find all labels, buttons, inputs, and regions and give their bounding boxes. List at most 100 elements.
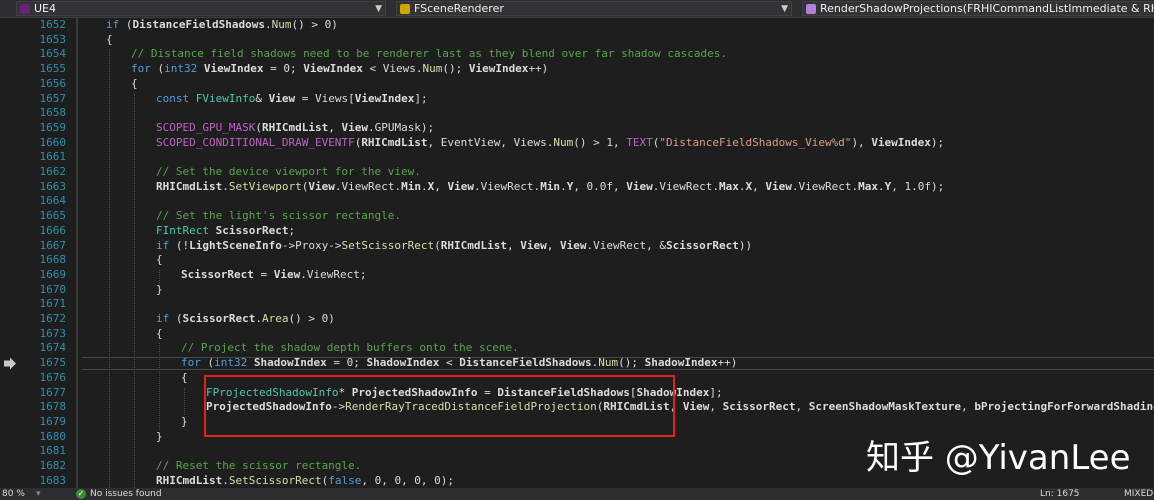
project-name: UE4 — [34, 2, 56, 15]
code-line[interactable]: { — [156, 327, 163, 342]
code-line[interactable]: const FViewInfo& View = Views[ViewIndex]… — [156, 92, 428, 107]
code-token: . — [264, 18, 272, 31]
code-line[interactable]: // Project the shadow depth buffers onto… — [181, 341, 519, 356]
highlight-annotation-box — [204, 375, 675, 437]
issues-status[interactable]: No issues found — [90, 488, 162, 500]
line-number: 1674 — [39, 341, 67, 355]
code-token: = Views[ — [295, 91, 355, 105]
code-line[interactable]: FIntRect ScissorRect; — [156, 224, 295, 239]
indent-guide — [134, 93, 135, 488]
code-token: ( — [434, 238, 441, 252]
code-line[interactable]: // Set the device viewport for the view. — [156, 165, 421, 180]
code-line[interactable]: if (DistanceFieldShadows.Num() > 0) — [106, 18, 338, 33]
code-line[interactable]: } — [181, 415, 188, 430]
code-token: { — [181, 370, 188, 384]
code-token: ScissorRect — [215, 223, 289, 237]
line-number: 1656 — [39, 76, 67, 90]
code-token: , 0.0f, — [573, 179, 627, 193]
code-token: RHICmdList — [361, 135, 428, 149]
code-line[interactable]: if (ScissorRect.Area() > 0) — [156, 312, 335, 327]
code-token: ; — [288, 223, 296, 237]
line-number: 1672 — [39, 312, 67, 325]
line-number: 1681 — [39, 444, 67, 458]
code-token: DistanceFieldShadows — [459, 356, 592, 370]
code-token: for — [131, 62, 151, 76]
code-token: ( — [255, 120, 262, 134]
cpp-project-icon — [20, 3, 30, 14]
code-token: .ViewRect. — [791, 179, 859, 193]
code-token: ScissorRect — [722, 400, 796, 414]
indent-guide — [159, 269, 160, 283]
code-token: = — [253, 267, 274, 281]
code-line[interactable]: { — [106, 33, 113, 48]
indicator-margin[interactable] — [0, 18, 24, 488]
line-number: 1675 — [39, 356, 67, 370]
method-icon — [806, 3, 816, 14]
outlining-margin[interactable] — [72, 18, 82, 488]
code-line[interactable]: } — [156, 430, 163, 445]
code-token: } — [156, 282, 163, 296]
navigation-bar: UE4 ▼ FSceneRenderer ▼ RenderShadowProje… — [0, 0, 1154, 18]
code-line[interactable]: SCOPED_CONDITIONAL_DRAW_EVENTF(RHICmdLis… — [156, 136, 944, 151]
code-token: View — [273, 267, 301, 281]
code-line[interactable]: for (int32 ViewIndex = 0; ViewIndex < Vi… — [131, 62, 548, 77]
line-number: 1671 — [39, 297, 67, 311]
code-line[interactable]: RHICmdList.SetScissorRect(false, 0, 0, 0… — [156, 474, 454, 488]
code-line[interactable]: ScissorRect = View.ViewRect; — [181, 268, 366, 283]
code-line[interactable]: // Distance field shadows need to be ren… — [131, 47, 727, 62]
code-token: ViewIndex — [354, 91, 415, 105]
line-number: 1663 — [39, 179, 67, 193]
zoom-dropdown-icon[interactable]: ▾ — [36, 488, 41, 500]
code-token: View — [447, 179, 474, 193]
class-scope-name: FSceneRenderer — [414, 2, 504, 15]
project-dropdown[interactable]: UE4 ▼ — [16, 1, 386, 16]
code-line[interactable]: { — [156, 253, 163, 268]
code-token: View — [560, 238, 587, 252]
code-token: .ViewRect. — [473, 179, 541, 193]
code-token: ++) — [717, 356, 738, 370]
line-number: 1665 — [39, 209, 67, 223]
code-token: // Set the light's scissor rectangle. — [156, 209, 402, 223]
code-line[interactable]: } — [156, 283, 163, 298]
chevron-down-icon: ▼ — [375, 3, 382, 14]
code-token: Num — [598, 356, 619, 370]
code-token: LightSceneInfo — [189, 238, 282, 252]
cursor-position: Ln: 1675 — [1040, 489, 1080, 499]
zoom-level[interactable]: 80 % — [2, 488, 25, 500]
line-ending-indicator[interactable]: MIXED — [1124, 488, 1153, 500]
code-line[interactable]: RHICmdList.SetViewport(View.ViewRect.Min… — [156, 180, 944, 195]
line-number: 1680 — [39, 429, 67, 443]
code-line[interactable]: { — [181, 371, 188, 386]
class-scope-dropdown[interactable]: FSceneRenderer ▼ — [396, 1, 792, 16]
code-token: ScissorRect — [666, 238, 739, 252]
code-token: & — [255, 91, 269, 105]
code-token: RHICmdList — [156, 179, 223, 193]
code-token: , 0, 0, 0, 0); — [361, 473, 455, 487]
code-token: . — [878, 179, 885, 193]
status-bar: 80 % ▾ ✓ No issues found Ln: 1675 MIXED — [0, 488, 1154, 500]
code-token: } — [156, 429, 163, 443]
code-token: .ViewRect. — [334, 179, 402, 193]
line-numbers[interactable]: 1652 1653 1654 1655 1656 1657 1658 1659 1660 1661… — [24, 18, 72, 488]
code-token: DistanceFieldShadows — [132, 18, 265, 31]
code-line[interactable]: { — [131, 77, 138, 92]
code-token: ShadowIndex — [644, 356, 718, 370]
code-token: Max — [719, 179, 739, 193]
code-line[interactable]: // Set the light's scissor rectangle. — [156, 209, 401, 224]
code-line[interactable]: for (int32 ShadowIndex = 0; ShadowIndex … — [181, 356, 737, 371]
code-token: bProjectingForForwardShading — [974, 400, 1154, 414]
code-token: if — [156, 312, 170, 325]
code-line[interactable]: if (!LightSceneInfo->Proxy->SetScissorRe… — [156, 239, 752, 254]
code-token: RHICmdList — [261, 120, 329, 134]
code-token: // Reset the scissor rectangle. — [156, 459, 362, 472]
member-scope-dropdown[interactable]: RenderShadowProjections(FRHICommandListI… — [802, 1, 1154, 16]
code-line[interactable]: SCOPED_GPU_MASK(RHICmdList, View.GPUMask… — [156, 121, 434, 136]
code-token: . — [738, 179, 746, 193]
code-line[interactable]: // Reset the scissor rectangle. — [156, 459, 361, 474]
indent-guide — [109, 49, 110, 488]
code-token: SetScissorRect — [341, 238, 435, 252]
line-number: 1668 — [39, 253, 67, 267]
